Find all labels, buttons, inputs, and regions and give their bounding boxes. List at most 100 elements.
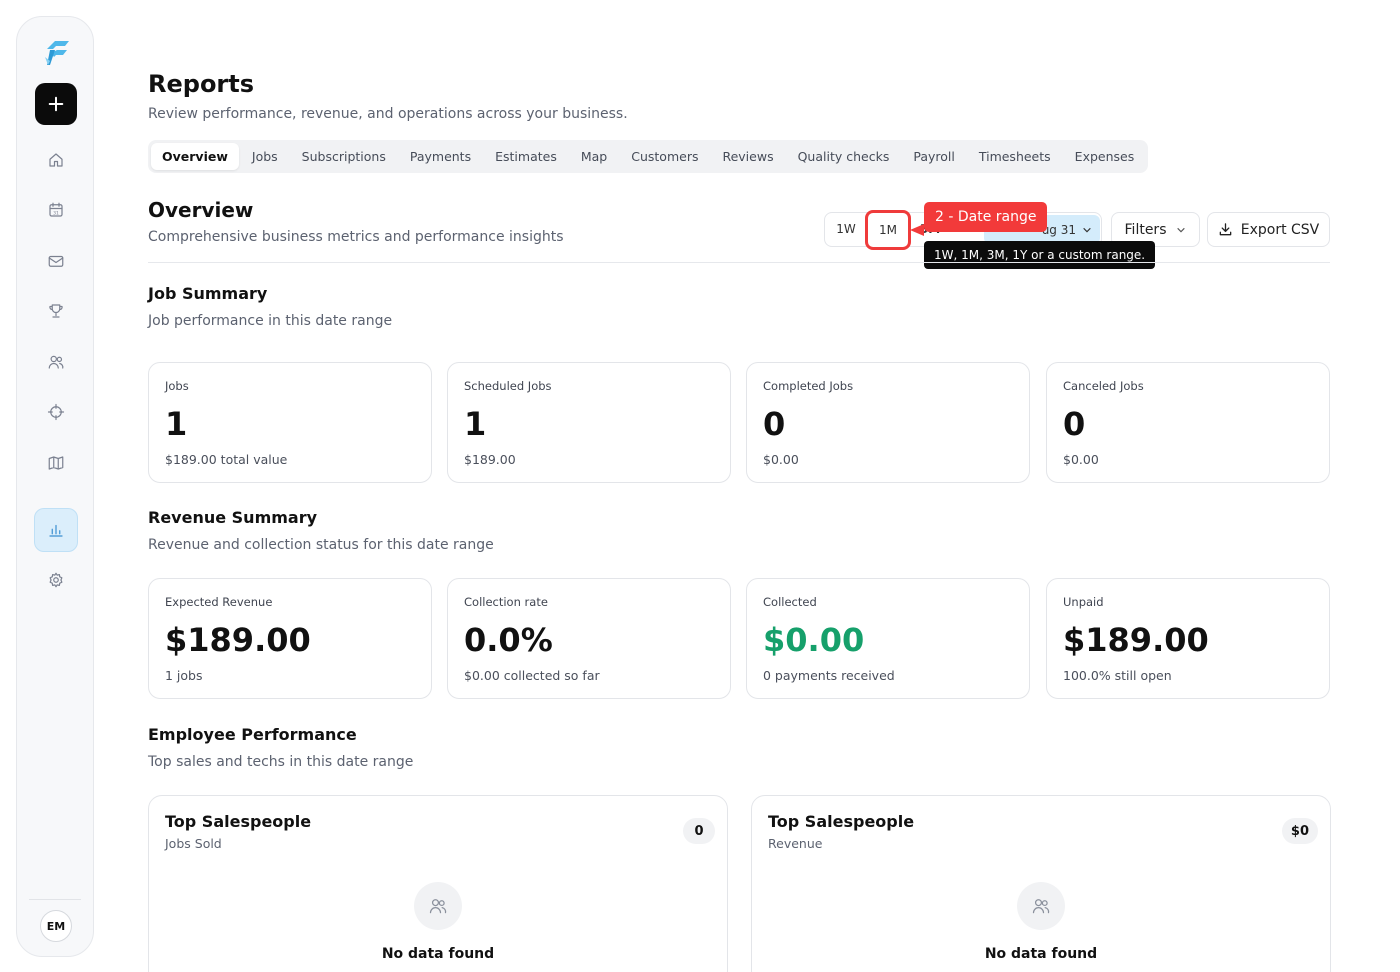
metric-card-collected: Collected $0.00 0 payments received [746, 578, 1030, 699]
panel-title: Top Salespeople [768, 812, 915, 831]
add-button[interactable] [35, 83, 77, 125]
empty-users-icon [414, 882, 462, 930]
empty-state-text: No data found [381, 946, 495, 962]
tab-overview[interactable]: Overview [151, 143, 239, 170]
sidebar-item-trophy[interactable] [34, 289, 78, 333]
bar-chart-icon [49, 524, 63, 537]
svg-text:31: 31 [53, 211, 59, 217]
metric-label: Scheduled Jobs [464, 379, 552, 393]
empty-users-icon [1017, 882, 1065, 930]
metric-value: 1 [165, 405, 188, 443]
tab-expenses[interactable]: Expenses [1064, 143, 1146, 170]
metric-value: $189.00 [165, 621, 311, 659]
overview-title: Overview [148, 198, 254, 222]
employee-performance-subtitle: Top sales and techs in this date range [148, 754, 414, 770]
crosshair-icon [47, 403, 65, 421]
trophy-icon [49, 304, 63, 318]
metric-note: 0 payments received [763, 668, 895, 683]
sidebar-item-settings[interactable] [34, 558, 78, 602]
export-csv-label: Export CSV [1240, 221, 1320, 238]
gear-icon [49, 572, 63, 588]
mail-icon [48, 255, 64, 267]
chevron-down-icon [1083, 227, 1091, 232]
metric-card-jobs: Jobs 1 $189.00 total value [148, 362, 432, 483]
map-icon [48, 456, 64, 470]
tab-timesheets[interactable]: Timesheets [968, 143, 1062, 170]
sidebar-item-home[interactable] [34, 138, 78, 182]
top-salespeople-jobs-panel: Top Salespeople Jobs Sold 0 No data foun… [148, 795, 728, 972]
tab-payroll[interactable]: Payroll [902, 143, 966, 170]
sidebar-item-mail[interactable] [34, 239, 78, 283]
metric-card-expected-revenue: Expected Revenue $189.00 1 jobs [148, 578, 432, 699]
page-title: Reports [148, 70, 255, 98]
panel-title: Top Salespeople [165, 812, 312, 831]
metric-label: Collected [763, 595, 817, 609]
count-badge: 0 [683, 818, 715, 844]
job-summary-title: Job Summary [148, 284, 268, 303]
metric-note: $189.00 [464, 452, 516, 467]
metric-label: Jobs [165, 379, 189, 393]
metric-value: $189.00 [1063, 621, 1209, 659]
range-1m-button[interactable]: 1M [865, 209, 911, 250]
empty-state-text: No data found [984, 946, 1098, 962]
metric-note: 100.0% still open [1063, 668, 1172, 683]
section-divider [148, 262, 1330, 263]
metric-card-unpaid: Unpaid $189.00 100.0% still open [1046, 578, 1330, 699]
download-icon [1219, 223, 1232, 236]
tab-customers[interactable]: Customers [620, 143, 709, 170]
calendar-icon: 31 [49, 202, 63, 217]
metric-label: Completed Jobs [763, 379, 854, 393]
date-range-tooltip: 1W, 1M, 3M, 1Y or a custom range. [924, 241, 1156, 269]
metric-card-collection-rate: Collection rate 0.0% $0.00 collected so … [447, 578, 731, 699]
filters-label: Filters [1124, 221, 1167, 238]
metric-note: $0.00 [1063, 452, 1099, 467]
metric-value: 0 [763, 405, 786, 443]
sidebar-item-calendar[interactable]: 31 [34, 188, 78, 232]
metric-label: Expected Revenue [165, 595, 273, 609]
revenue-summary-subtitle: Revenue and collection status for this d… [148, 537, 494, 553]
tab-map[interactable]: Map [570, 143, 618, 170]
home-icon [49, 153, 63, 167]
metric-value: 0 [1063, 405, 1086, 443]
metric-card-completed-jobs: Completed Jobs 0 $0.00 [746, 362, 1030, 483]
sidebar-item-map[interactable] [34, 441, 78, 485]
sidebar: 31 EM [16, 16, 94, 957]
job-summary-subtitle: Job performance in this date range [148, 313, 393, 329]
plus-icon [48, 96, 64, 112]
revenue-badge: $0 [1281, 818, 1318, 844]
annotation-callout: 2 - Date range [924, 202, 1048, 232]
metric-label: Canceled Jobs [1063, 379, 1144, 393]
users-icon [48, 355, 64, 369]
callout-arrow [910, 224, 924, 236]
brand-logo-icon[interactable] [41, 37, 71, 67]
metric-note: $189.00 total value [165, 452, 288, 467]
sidebar-item-targets[interactable] [34, 390, 78, 434]
range-1w-button[interactable]: 1W [829, 216, 863, 243]
sidebar-divider [29, 899, 81, 900]
metric-card-canceled-jobs: Canceled Jobs 0 $0.00 [1046, 362, 1330, 483]
metric-value: $0.00 [763, 621, 865, 659]
overview-subtitle: Comprehensive business metrics and perfo… [148, 229, 564, 245]
tab-estimates[interactable]: Estimates [484, 143, 568, 170]
metric-note: $0.00 [763, 452, 799, 467]
tab-payments[interactable]: Payments [399, 143, 482, 170]
metric-card-scheduled-jobs: Scheduled Jobs 1 $189.00 [447, 362, 731, 483]
metric-note: $0.00 collected so far [464, 668, 600, 683]
tab-reviews[interactable]: Reviews [711, 143, 784, 170]
metric-value: 1 [464, 405, 487, 443]
page-subtitle: Review performance, revenue, and operati… [148, 106, 628, 122]
top-salespeople-revenue-panel: Top Salespeople Revenue $0 No data found [751, 795, 1331, 972]
export-csv-button[interactable]: Export CSV [1207, 212, 1330, 247]
revenue-summary-title: Revenue Summary [148, 508, 318, 527]
employee-performance-title: Employee Performance [148, 725, 357, 744]
avatar[interactable]: EM [40, 910, 72, 942]
tab-subscriptions[interactable]: Subscriptions [291, 143, 397, 170]
sidebar-item-reports[interactable] [34, 508, 78, 552]
sidebar-item-users[interactable] [34, 340, 78, 384]
tab-jobs[interactable]: Jobs [241, 143, 289, 170]
tab-quality-checks[interactable]: Quality checks [787, 143, 901, 170]
metric-note: 1 jobs [165, 668, 203, 683]
panel-subtitle: Jobs Sold [165, 836, 222, 851]
metric-label: Unpaid [1063, 595, 1104, 609]
chevron-down-icon [1177, 227, 1186, 232]
